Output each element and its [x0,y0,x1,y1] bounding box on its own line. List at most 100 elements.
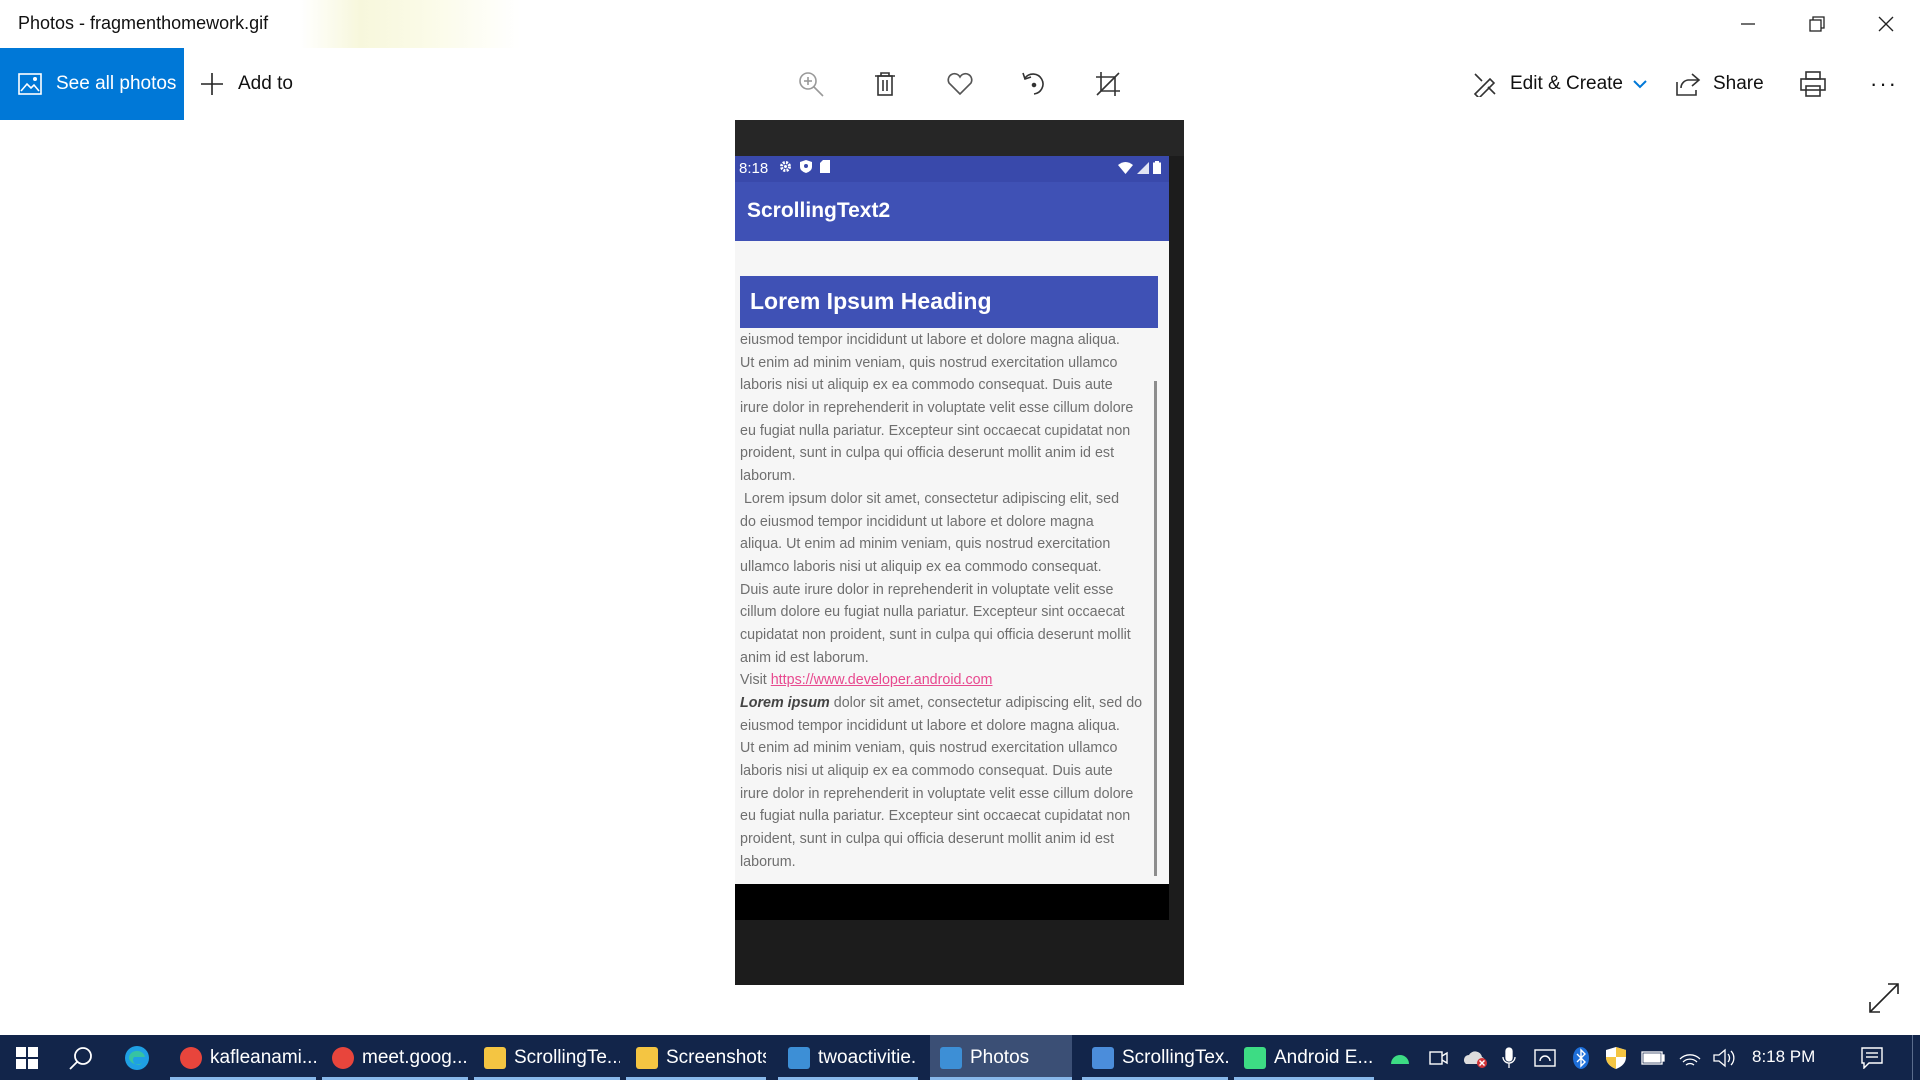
expand-button[interactable] [1866,980,1902,1016]
volume-icon[interactable] [1710,1035,1740,1080]
taskbar-app-label: Photos [970,1046,1030,1068]
bold-italic-line: Lorem ipsum dolor sit amet, consectetur … [740,692,1156,715]
taskbar-app-label: twoactivitie... [818,1046,918,1068]
scrollbar[interactable] [1154,381,1157,876]
windows-logo-icon [16,1046,38,1069]
favorite-button[interactable] [942,66,978,102]
see-all-photos-button[interactable]: See all photos [0,48,184,120]
taskbar-app-label: ScrollingTex... [1122,1046,1228,1068]
battery-icon [1153,161,1161,174]
chevron-down-icon [1633,80,1647,89]
app-title: ScrollingText2 [747,199,891,222]
frame-top-border [735,120,1184,156]
search-button[interactable] [54,1035,108,1080]
article-line: Duis aute irure dolor in reprehenderit i… [740,581,1114,598]
article-line: laboris nisi ut aliquip ex ea commodo co… [740,763,1113,780]
status-time: 8:18 [739,160,769,177]
taskbar-app-button[interactable]: twoactivitie... [778,1035,918,1080]
taskbar-app-label: Screenshots [666,1046,766,1068]
article-line: ullamco laboris nisi ut aliquip ex ea co… [740,558,1102,575]
taskbar-app-label: Android E... [1274,1046,1374,1068]
onedrive-icon[interactable] [1460,1035,1490,1080]
article-line-rest: dolor sit amet, consectetur adipiscing e… [829,695,1143,711]
sd-card-icon [820,160,830,173]
taskbar-app-button[interactable]: Photos [930,1035,1072,1080]
photos-toolbar: See all photos Add to Edit & Create Shar… [0,48,1920,120]
add-to-label: Add to [238,73,293,94]
share-button[interactable]: Share [1675,48,1764,120]
settings-icon [780,161,791,172]
photo-view: 8:18 ScrollingText2 Lorem Ipsum Heading … [735,120,1184,985]
edit-create-label: Edit & Create [1510,73,1623,94]
signal-icon [1137,161,1149,174]
folder-icon [484,1046,506,1069]
more-options-button[interactable]: ··· [1870,48,1898,120]
android-status-bar: 8:18 [735,156,1169,182]
wifi-tray-icon[interactable] [1676,1035,1704,1080]
meet-now-icon[interactable] [1424,1035,1452,1080]
article-line: anim id est laborum. [740,649,869,666]
taskbar-app-button[interactable]: kafleanami... [170,1035,316,1080]
taskbar-app-button[interactable]: ScrollingTe... [474,1035,620,1080]
heart-icon [947,72,973,96]
rotate-button[interactable] [1016,66,1052,102]
expand-icon [1869,983,1899,1013]
notification-icon [1861,1046,1883,1069]
article-line: aliqua. Ut enim ad minim veniam, quis no… [740,536,1111,553]
crop-icon [1096,72,1120,96]
phone-screen: 8:18 ScrollingText2 Lorem Ipsum Heading … [735,156,1169,920]
zoom-in-icon [799,72,824,97]
app-tray-icon[interactable] [1530,1035,1560,1080]
taskbar-app-button[interactable]: Screenshots [626,1035,766,1080]
folder-icon [636,1046,658,1069]
close-button[interactable] [1851,0,1920,48]
taskbar-app-button[interactable]: Android E... [1234,1035,1374,1080]
show-desktop-button[interactable] [1912,1035,1913,1080]
notifications-button[interactable] [1852,1035,1892,1080]
android-tray-icon[interactable] [1386,1035,1414,1080]
photos-icon [940,1046,962,1069]
article-line: cillum dolore eu fugiat nulla pariatur. … [740,604,1125,621]
print-button[interactable] [1795,66,1831,102]
security-icon[interactable] [1602,1035,1630,1080]
plus-icon [201,73,223,95]
add-to-button[interactable]: Add to [200,48,293,120]
article-line: irure dolor in reprehenderit in voluptat… [740,785,1134,802]
minimize-button[interactable] [1713,0,1782,48]
crop-button[interactable] [1090,66,1126,102]
microphone-icon[interactable] [1496,1035,1522,1080]
start-button[interactable] [0,1035,54,1080]
android-emulator-icon [1244,1046,1266,1069]
bold-italic-text: Lorem ipsum [740,695,830,711]
delete-button[interactable] [867,66,903,102]
visit-label: Visit [740,672,771,689]
article-line: Lorem ipsum dolor sit amet, consectetur … [740,490,1120,507]
bluetooth-icon[interactable] [1568,1035,1594,1080]
edit-create-icon [1473,73,1496,97]
article-line: irure dolor in reprehenderit in voluptat… [740,400,1134,417]
article-line: laborum. [740,468,796,485]
article-line: eu fugiat nulla pariatur. Excepteur sint… [740,422,1131,439]
minimize-icon [1740,23,1755,25]
title-bar: Photos - fragmenthomework.gif [0,0,1920,48]
taskbar-app-button[interactable]: meet.goog... [322,1035,468,1080]
see-all-photos-label: See all photos [56,73,177,94]
taskbar-clock[interactable]: 8:18 PM [1752,1047,1815,1067]
android-studio-icon [1092,1046,1114,1069]
article-line: laboris nisi ut aliquip ex ea commodo co… [740,377,1113,394]
shield-icon [800,160,812,173]
edge-button[interactable] [112,1035,162,1080]
window-title: Photos - fragmenthomework.gif [18,13,269,33]
restore-button[interactable] [1782,0,1851,48]
gallery-icon [18,73,42,95]
edit-create-menu[interactable]: Edit & Create [1472,48,1659,120]
taskbar-app-button[interactable]: ScrollingTex... [1082,1035,1228,1080]
battery-tray-icon[interactable] [1638,1035,1668,1080]
article-heading: Lorem Ipsum Heading [740,276,1158,328]
scroll-content[interactable]: Lorem Ipsum Heading eiusmod tempor incid… [735,241,1169,884]
close-icon [1878,16,1893,32]
share-label: Share [1713,73,1764,94]
article-line: eiusmod tempor incididunt ut labore et d… [740,332,1120,348]
zoom-button[interactable] [793,66,829,102]
developer-link[interactable]: https://www.developer.android.com [771,672,993,688]
